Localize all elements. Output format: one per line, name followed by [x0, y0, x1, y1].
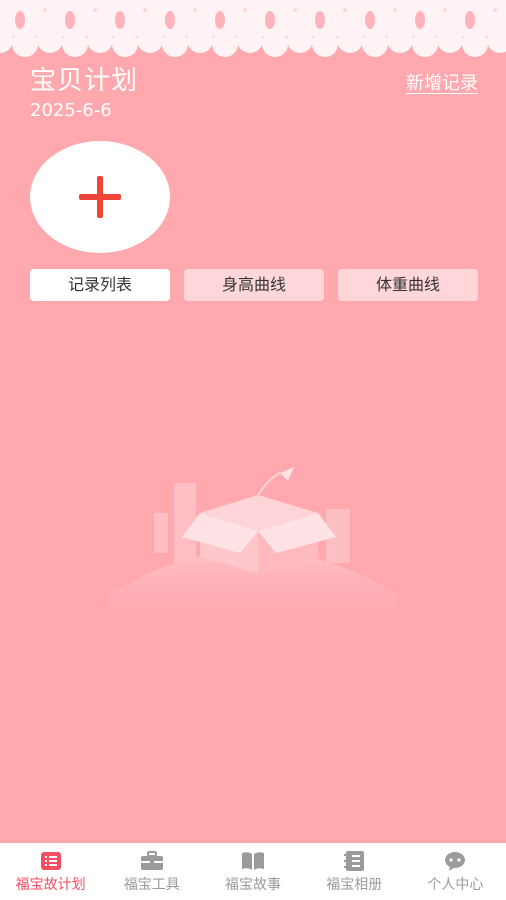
tabbar-item-stories[interactable]: 福宝故事 — [202, 843, 303, 900]
lace-header-decoration — [0, 0, 506, 57]
toolbox-icon — [140, 851, 163, 870]
tabbar-item-album[interactable]: 福宝相册 — [304, 843, 405, 900]
new-record-link[interactable]: 新增记录 — [406, 72, 478, 96]
tabbar-item-tools[interactable]: 福宝工具 — [101, 843, 202, 900]
bottom-tab-bar: 福宝故计划 福宝工具 福宝故事 福宝相册 个人中心 — [0, 843, 506, 900]
plus-icon-vertical — [97, 176, 103, 218]
album-icon — [344, 851, 365, 871]
page-title: 宝贝计划 — [30, 66, 139, 96]
tabbar-label: 福宝工具 — [123, 877, 180, 893]
tab-weight-curve[interactable]: 体重曲线 — [338, 269, 478, 301]
tabbar-label: 福宝相册 — [326, 877, 383, 893]
list-icon — [40, 852, 61, 870]
empty-box-illustration — [108, 467, 398, 635]
tabbar-item-profile[interactable]: 个人中心 — [405, 843, 506, 900]
tabbar-item-plan[interactable]: 福宝故计划 — [0, 843, 101, 900]
tab-height-curve[interactable]: 身高曲线 — [184, 269, 324, 301]
current-date: 2025-6-6 — [30, 100, 112, 121]
tabbar-label: 福宝故计划 — [15, 877, 86, 893]
tabbar-label: 个人中心 — [427, 877, 484, 893]
tabbar-label: 福宝故事 — [225, 877, 281, 893]
tab-record-list[interactable]: 记录列表 — [30, 269, 170, 301]
add-record-button[interactable] — [30, 141, 170, 253]
book-icon — [242, 852, 264, 870]
chat-bubble-icon — [445, 852, 466, 871]
